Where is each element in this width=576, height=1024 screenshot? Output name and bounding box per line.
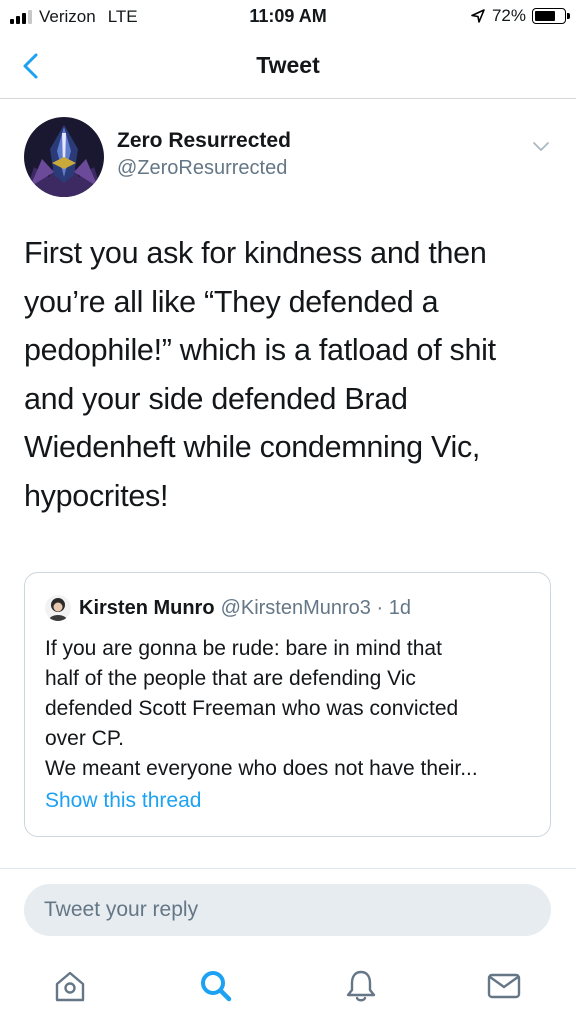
tweet-line: you’re all like “They defended a xyxy=(24,284,439,319)
chevron-down-icon[interactable] xyxy=(530,135,552,157)
quoted-tweet-text: If you are gonna be rude: bare in mind t… xyxy=(45,634,535,784)
divider xyxy=(0,868,576,869)
show-thread-link[interactable]: Show this thread xyxy=(45,789,201,813)
location-icon xyxy=(471,9,485,23)
avatar[interactable] xyxy=(24,117,104,197)
tweet-line: pedophile!” which is a fatload of shit xyxy=(24,333,496,368)
home-icon[interactable] xyxy=(52,968,88,1004)
nav-bar: Tweet xyxy=(0,36,576,99)
quoted-tweet-header: Kirsten Munro @KirstenMunro3 · 1d xyxy=(45,595,411,621)
notifications-icon[interactable] xyxy=(343,968,379,1004)
tweet-text: First you ask for kindness and then you’… xyxy=(24,229,554,521)
page-title: Tweet xyxy=(256,52,320,78)
tweet-line: Wiedenheft while condemning Vic, xyxy=(24,430,481,465)
status-right: 72% xyxy=(470,6,570,26)
author-handle[interactable]: @ZeroResurrected xyxy=(117,157,287,180)
status-bar: Verizon LTE 11:09 AM 72% xyxy=(0,0,576,36)
quoted-line: If you are gonna be rude: bare in mind t… xyxy=(45,637,442,660)
tweet-line: and your side defended Brad xyxy=(24,381,408,416)
messages-icon[interactable] xyxy=(486,968,522,1004)
quoted-line: over CP. xyxy=(45,727,124,750)
quoted-line: defended Scott Freeman who was convicted xyxy=(45,697,459,720)
quoted-line: half of the people that are defending Vi… xyxy=(45,667,416,690)
tab-bar xyxy=(0,958,576,1018)
tweet-author: Zero Resurrected @ZeroResurrected xyxy=(24,117,552,197)
search-icon[interactable] xyxy=(198,968,234,1004)
quoted-line: We meant everyone who does not have thei… xyxy=(45,757,478,780)
battery-percent: 72% xyxy=(491,6,526,25)
quoted-avatar xyxy=(45,595,71,621)
tweet-line: First you ask for kindness and then xyxy=(24,236,487,270)
reply-input[interactable]: Tweet your reply xyxy=(24,884,551,936)
quoted-author-handle: @KirstenMunro3 · 1d xyxy=(220,596,411,619)
quoted-tweet[interactable]: Kirsten Munro @KirstenMunro3 · 1d If you… xyxy=(24,572,551,837)
quoted-author-name: Kirsten Munro xyxy=(79,596,215,619)
battery-icon xyxy=(532,8,570,24)
tweet-line: hypocrites! xyxy=(24,478,169,513)
author-name[interactable]: Zero Resurrected xyxy=(117,129,291,153)
